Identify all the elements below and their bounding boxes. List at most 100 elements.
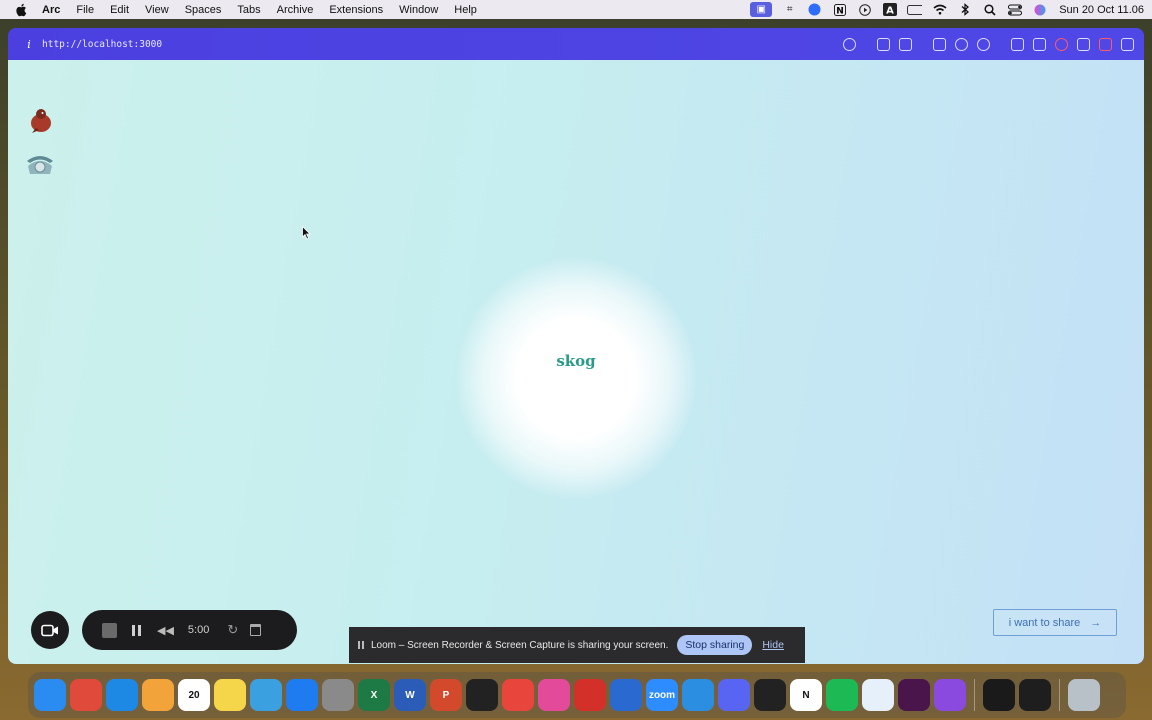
crosshair-icon[interactable] <box>977 37 990 51</box>
sharing-message: Loom – Screen Recorder & Screen Capture … <box>371 639 669 651</box>
notion-status-icon[interactable]: N <box>832 3 847 16</box>
dock-discord-icon[interactable] <box>718 679 750 711</box>
loom-stop-button[interactable] <box>102 622 117 638</box>
dock: 20 X W Pzoom N <box>28 672 1126 718</box>
dock-calendar-icon[interactable]: 20 <box>178 679 210 711</box>
menu-bar: Arc File Edit View Spaces Tabs Archive E… <box>0 0 1152 19</box>
globe-icon[interactable] <box>955 37 968 51</box>
dock-terminal-icon[interactable] <box>983 679 1015 711</box>
dock-separator <box>974 679 975 711</box>
menu-extensions[interactable]: Extensions <box>329 4 383 16</box>
dock-pixelmator-icon[interactable] <box>538 679 570 711</box>
dock-spotify-icon[interactable] <box>826 679 858 711</box>
dock-app-store-icon[interactable] <box>286 679 318 711</box>
device-icon[interactable] <box>1077 37 1090 51</box>
zoom-status-icon[interactable] <box>807 3 822 16</box>
dock-notion-icon[interactable]: N <box>790 679 822 711</box>
dock-vscode-icon[interactable] <box>682 679 714 711</box>
dock-launchpad-icon[interactable] <box>70 679 102 711</box>
stop-icon[interactable] <box>1099 37 1112 51</box>
dock-powerpoint-label: P <box>442 689 450 701</box>
sharing-pause-icon <box>358 641 364 649</box>
stop-sharing-button[interactable]: Stop sharing <box>677 635 753 655</box>
loom-timer: 5:00 <box>187 624 210 636</box>
skog-logo: skog <box>556 352 596 370</box>
dock-word-icon[interactable]: W <box>394 679 426 711</box>
menu-help[interactable]: Help <box>454 4 477 16</box>
screen-share-icon[interactable]: ▣ <box>750 2 773 17</box>
grid-icon[interactable]: ⌗ <box>782 3 797 16</box>
browser-window: i http://localhost:3000 skog i want to s… <box>8 28 1144 664</box>
dock-system-settings-icon[interactable] <box>322 679 354 711</box>
video-camera-icon <box>41 624 58 636</box>
wifi-icon[interactable] <box>932 3 947 16</box>
menu-bar-status: ▣ ⌗ N A Sun 20 Oct 11.06 <box>750 0 1144 19</box>
loom-control-bar: ◀◀ 5:00 ↻ <box>82 610 297 650</box>
dock-figma-icon[interactable] <box>1019 679 1051 711</box>
bluetooth-icon[interactable] <box>957 3 972 16</box>
code-icon[interactable] <box>1011 37 1024 51</box>
text-a-icon[interactable]: A <box>882 3 897 16</box>
menu-view[interactable]: View <box>145 4 169 16</box>
dock-slack-icon[interactable] <box>898 679 930 711</box>
arrow-right-icon: → <box>1090 616 1102 629</box>
loom-rewind-icon[interactable]: ◀◀ <box>157 624 174 637</box>
control-center-icon[interactable] <box>1007 3 1022 16</box>
menu-archive[interactable]: Archive <box>277 4 314 16</box>
menu-bar-clock[interactable]: Sun 20 Oct 11.06 <box>1059 4 1144 16</box>
dock-notion-label: N <box>802 689 810 701</box>
menu-file[interactable]: File <box>76 4 94 16</box>
dock-safari-icon[interactable] <box>106 679 138 711</box>
dock-tableau-icon[interactable] <box>862 679 894 711</box>
dock-zoom-label: zoom <box>648 689 676 701</box>
screen-sharing-banner: Loom – Screen Recorder & Screen Capture … <box>349 627 805 663</box>
dock-word-label: W <box>405 689 415 701</box>
page-content: skog i want to share → <box>8 60 1144 664</box>
search-icon[interactable] <box>982 3 997 16</box>
dock-chrome-icon[interactable] <box>502 679 534 711</box>
menu-app-arc[interactable]: Arc <box>42 4 60 16</box>
dock-finder-icon[interactable] <box>34 679 66 711</box>
hide-banner-link[interactable]: Hide <box>762 639 784 651</box>
toolbar-tools <box>843 28 1134 60</box>
i-want-to-share-button[interactable]: i want to share → <box>993 609 1117 636</box>
menu-tabs[interactable]: Tabs <box>237 4 260 16</box>
menu-edit[interactable]: Edit <box>110 4 129 16</box>
url-field[interactable]: http://localhost:3000 <box>42 39 162 50</box>
link-icon[interactable] <box>843 37 856 51</box>
pen-icon[interactable] <box>1033 37 1046 51</box>
telephone-avatar-icon[interactable] <box>25 152 55 176</box>
sidebar-icon[interactable] <box>1121 37 1134 51</box>
folder-icon[interactable] <box>933 37 946 51</box>
dock-proxyman-icon[interactable] <box>610 679 642 711</box>
loom-trash-icon[interactable] <box>250 624 262 636</box>
loom-camera-button[interactable] <box>31 611 69 649</box>
dock-arc-icon[interactable] <box>934 679 966 711</box>
dock-acrobat-icon[interactable] <box>574 679 606 711</box>
center-glow <box>456 258 696 498</box>
screenshot-icon[interactable] <box>877 37 890 51</box>
dock-freeform-icon[interactable] <box>250 679 282 711</box>
browser-toolbar: i http://localhost:3000 <box>8 28 1144 60</box>
dock-activity-monitor-icon[interactable] <box>466 679 498 711</box>
dock-excel-icon[interactable]: X <box>358 679 390 711</box>
menu-window[interactable]: Window <box>399 4 438 16</box>
apple-icon[interactable] <box>14 3 28 17</box>
dock-notes-icon[interactable] <box>214 679 246 711</box>
mouse-cursor-icon <box>302 225 312 240</box>
dock-trash-icon[interactable] <box>1068 679 1100 711</box>
loom-pause-button[interactable] <box>132 624 141 636</box>
record-icon[interactable] <box>1055 37 1068 51</box>
menu-spaces[interactable]: Spaces <box>185 4 222 16</box>
dock-powerpoint-icon[interactable]: P <box>430 679 462 711</box>
battery-icon[interactable] <box>907 3 923 16</box>
dock-photos-icon[interactable] <box>142 679 174 711</box>
bird-avatar-icon[interactable] <box>28 106 54 134</box>
site-info-icon[interactable]: i <box>22 38 36 51</box>
loom-restart-icon[interactable]: ↻ <box>227 622 238 638</box>
play-icon[interactable] <box>857 3 872 16</box>
siri-icon[interactable] <box>1032 3 1047 16</box>
dock-unity-icon[interactable] <box>754 679 786 711</box>
dock-zoom-icon[interactable]: zoom <box>646 679 678 711</box>
camera-icon[interactable] <box>899 37 912 51</box>
